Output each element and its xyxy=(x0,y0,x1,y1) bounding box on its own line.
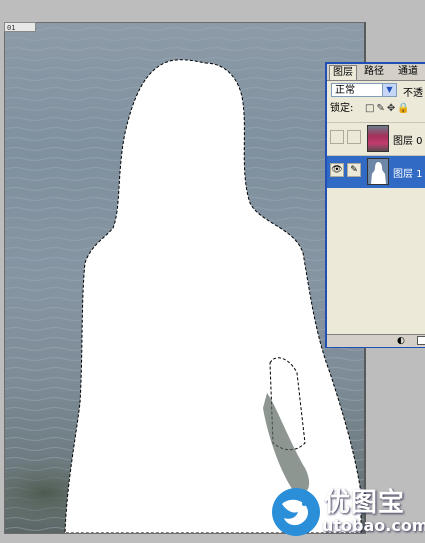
opacity-label: 不透 xyxy=(403,88,423,99)
watermark: 优图宝 utobao.com xyxy=(270,482,425,540)
layers-panel: 图层 路径 通道 正常 ▼ 不透 锁定: □✎✥🔒 图层 0 👁 ✎ 图层 1 … xyxy=(325,62,425,348)
watermark-url: utobao.com xyxy=(322,516,425,535)
visibility-toggle-empty[interactable] xyxy=(330,130,344,144)
adjustment-layer-icon[interactable]: ◐ xyxy=(397,335,405,347)
layer-thumbnail-photo xyxy=(367,125,389,152)
tab-paths[interactable]: 路径 xyxy=(361,65,387,79)
brush-icon[interactable]: ✎ xyxy=(347,163,361,177)
lock-transparency-icon[interactable]: □ xyxy=(365,103,376,114)
tab-layers[interactable]: 图层 xyxy=(329,65,357,80)
panel-tab-bar: 图层 路径 通道 xyxy=(327,64,425,81)
lock-move-icon[interactable]: ✥ xyxy=(387,103,397,114)
tab-channels[interactable]: 通道 xyxy=(395,65,421,79)
layer-name: 图层 0 xyxy=(393,136,423,147)
layer-row-1-selected[interactable]: 👁 ✎ 图层 1 xyxy=(327,155,425,188)
bird-logo-icon xyxy=(272,488,320,536)
new-layer-icon[interactable] xyxy=(417,336,425,345)
blend-mode-select[interactable]: 正常 ▼ xyxy=(331,83,397,97)
lock-brush-icon[interactable]: ✎ xyxy=(376,103,386,114)
lock-label: 锁定: xyxy=(330,103,354,114)
lock-all-icon[interactable]: 🔒 xyxy=(397,103,411,114)
layer-thumbnail-mask xyxy=(367,158,389,185)
document-canvas[interactable] xyxy=(4,22,366,534)
eye-icon[interactable]: 👁 xyxy=(330,163,344,177)
document-tab-label: 01 xyxy=(4,22,36,32)
layer-row-0[interactable]: 图层 0 xyxy=(327,122,425,155)
panel-footer: ◐ xyxy=(327,334,425,347)
lock-icons-group: □✎✥🔒 xyxy=(365,102,412,116)
layers-list-empty-area xyxy=(327,189,425,334)
chevron-down-icon[interactable]: ▼ xyxy=(382,84,396,96)
canvas-image xyxy=(5,23,365,533)
link-toggle-empty[interactable] xyxy=(347,130,361,144)
blend-mode-value: 正常 xyxy=(335,85,355,96)
layer-name: 图层 1 xyxy=(393,169,423,180)
watermark-brand: 优图宝 xyxy=(324,488,406,518)
